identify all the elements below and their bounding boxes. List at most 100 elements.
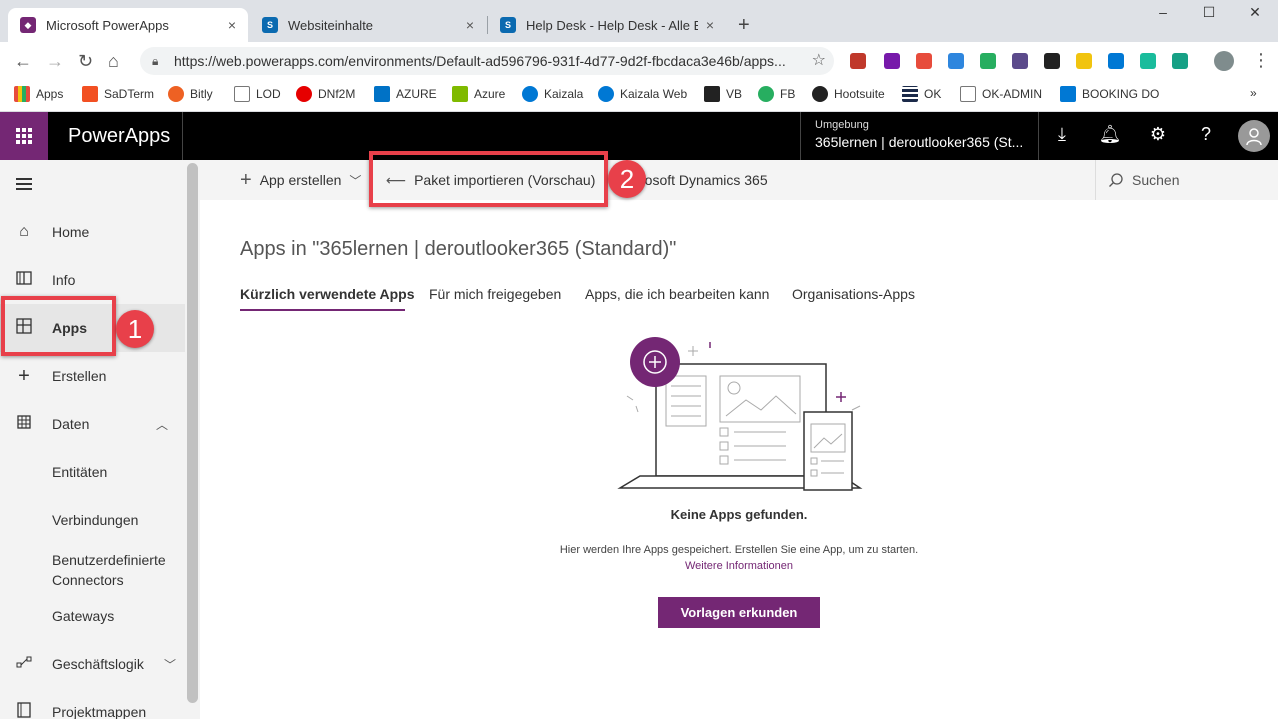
tab-recent-apps[interactable]: Kürzlich verwendete Apps: [240, 286, 415, 302]
solutions-icon: [14, 701, 34, 719]
bookmark-lod[interactable]: LOD: [234, 86, 281, 102]
bookmark-sadterm[interactable]: SaDTerm: [82, 86, 154, 102]
extension-icon[interactable]: [1044, 53, 1060, 69]
sidebar-scrollbar[interactable]: [187, 163, 198, 703]
sidebar-item-home[interactable]: ⌂ Home: [0, 208, 185, 256]
bookmarks-overflow-button[interactable]: »: [1250, 86, 1257, 100]
bookmark-bitly[interactable]: Bitly: [168, 86, 213, 102]
notification-bell-icon[interactable]: 🔔︎: [1086, 124, 1134, 145]
address-bar[interactable]: 🔒︎ https://web.powerapps.com/environment…: [140, 47, 834, 75]
bookmark-vb[interactable]: VB: [704, 86, 742, 102]
browser-tab-websiteinhalte[interactable]: S Websiteinhalte ×: [250, 8, 486, 42]
search-box[interactable]: Suchen: [1095, 160, 1278, 200]
explore-templates-button[interactable]: Vorlagen erkunden: [658, 597, 820, 628]
create-app-button[interactable]: + App erstellen ﹀: [240, 160, 361, 200]
app-brand[interactable]: PowerApps: [68, 125, 170, 148]
bookmark-kaizala-web[interactable]: Kaizala Web: [598, 86, 687, 102]
menu-kebab-icon[interactable]: ⋮: [1252, 50, 1270, 71]
sidebar-item-gateways[interactable]: Gateways: [52, 608, 114, 624]
app-launcher-button[interactable]: [0, 112, 48, 160]
create-app-label: App erstellen: [259, 172, 342, 188]
tab-apps-i-can-edit[interactable]: Apps, die ich bearbeiten kann: [585, 286, 769, 302]
sidebar-item-erstellen[interactable]: + Erstellen: [0, 352, 185, 400]
extension-icon[interactable]: [1140, 53, 1156, 69]
bookmark-apps[interactable]: Apps: [14, 86, 63, 102]
hamburger-menu-icon[interactable]: [16, 178, 32, 193]
bookmark-ok-admin[interactable]: OK-ADMIN: [960, 86, 1042, 102]
browser-toolbar: ← → ↻ ⌂ 🔒︎ https://web.powerapps.com/env…: [0, 42, 1278, 80]
download-icon[interactable]: ⤓: [1038, 124, 1086, 145]
bookmark-ok[interactable]: OK: [902, 86, 941, 102]
annotation-badge-2: 2: [608, 160, 646, 198]
sidebar-item-connectors[interactable]: Benutzerdefinierte Connectors: [52, 550, 172, 590]
close-icon[interactable]: ×: [228, 17, 236, 33]
annotation-badge-1: 1: [116, 310, 154, 348]
forward-arrow-icon[interactable]: →: [46, 51, 64, 72]
tab-shared-with-me[interactable]: Für mich freigegeben: [429, 286, 561, 302]
reload-icon[interactable]: ↻: [78, 51, 93, 72]
browser-tab-bar: ◆ Microsoft PowerApps × S Websiteinhalte…: [0, 0, 1278, 42]
extension-icon[interactable]: [948, 53, 964, 69]
sidebar-item-verbindungen[interactable]: Verbindungen: [52, 512, 138, 528]
header-divider: [182, 112, 183, 160]
close-icon[interactable]: ×: [466, 17, 474, 33]
kaizala-icon: [522, 86, 538, 102]
browser-tab-helpdesk[interactable]: S Help Desk - Help Desk - Alle Elem ×: [488, 8, 726, 42]
extension-icon[interactable]: [1172, 53, 1188, 69]
close-icon[interactable]: ×: [706, 17, 714, 33]
chevron-up-icon[interactable]: ︿: [156, 416, 168, 433]
sidebar-item-label: Geschäftslogik: [52, 656, 144, 672]
environment-picker[interactable]: 365lernen | deroutlooker365 (St...: [815, 134, 1023, 150]
bookmark-booking[interactable]: BOOKING DO: [1060, 86, 1159, 102]
health-extension-icon[interactable]: [916, 53, 932, 69]
onenote-extension-icon[interactable]: [884, 53, 900, 69]
bookmark-azure-upper[interactable]: AZURE: [374, 86, 437, 102]
extension-icon[interactable]: [980, 53, 996, 69]
chevron-down-icon[interactable]: ﹀: [164, 656, 176, 673]
maximize-button[interactable]: ☐: [1186, 4, 1232, 21]
bookmark-azure[interactable]: Azure: [452, 86, 505, 102]
page-icon: [960, 86, 976, 102]
bookmark-kaizala[interactable]: Kaizala: [522, 86, 583, 102]
home-icon[interactable]: ⌂: [108, 51, 119, 72]
azure-icon: [374, 86, 390, 102]
bookmark-fb[interactable]: FB: [758, 86, 795, 102]
bookmark-star-icon[interactable]: ☆: [812, 47, 826, 75]
bookmark-label: Bitly: [190, 87, 213, 101]
eyedropper-extension-icon[interactable]: [1012, 53, 1028, 69]
url-text: https://web.powerapps.com/environments/D…: [174, 53, 786, 69]
active-tab-indicator: [240, 309, 405, 311]
empty-state-illustration: [617, 337, 863, 491]
dynamics-365-button[interactable]: rosoft Dynamics 365: [640, 160, 768, 200]
bookmark-label: Apps: [36, 87, 64, 101]
profile-avatar-icon[interactable]: [1214, 51, 1234, 71]
window-close-button[interactable]: ✕: [1232, 4, 1278, 21]
windows-extension-icon[interactable]: [1108, 53, 1124, 69]
user-icon: [1246, 128, 1262, 146]
hootsuite-icon: [812, 86, 828, 102]
pdf-extension-icon[interactable]: [850, 53, 866, 69]
sidebar-item-daten[interactable]: Daten ︿: [0, 400, 185, 448]
minimize-button[interactable]: –: [1140, 4, 1186, 20]
tab-org-apps[interactable]: Organisations-Apps: [792, 286, 915, 302]
sidebar-item-geschaeftslogik[interactable]: Geschäftslogik ﹀: [0, 640, 185, 688]
bookmark-label: DNf2M: [318, 87, 356, 101]
plus-icon: +: [240, 168, 252, 191]
new-tab-button[interactable]: +: [738, 14, 750, 37]
help-icon[interactable]: ?: [1182, 124, 1230, 145]
bookmark-hootsuite[interactable]: Hootsuite: [812, 86, 885, 102]
sidebar-item-entitaeten[interactable]: Entitäten: [52, 464, 107, 480]
search-placeholder: Suchen: [1132, 172, 1180, 188]
settings-gear-icon[interactable]: ⚙: [1134, 124, 1182, 145]
header-divider: [800, 112, 801, 160]
sidebar-item-projektmappen[interactable]: Projektmappen: [0, 688, 185, 719]
bookmark-label: Kaizala Web: [620, 87, 688, 101]
bookmark-label: FB: [780, 87, 796, 101]
browser-tab-powerapps[interactable]: ◆ Microsoft PowerApps ×: [8, 8, 248, 42]
bookmark-label: BOOKING DO: [1082, 87, 1160, 101]
user-avatar[interactable]: [1238, 120, 1270, 152]
learn-more-link[interactable]: Weitere Informationen: [685, 560, 793, 572]
back-arrow-icon[interactable]: ←: [14, 51, 32, 72]
extension-icon[interactable]: [1076, 53, 1092, 69]
bookmark-dnf2m[interactable]: DNf2M: [296, 86, 355, 102]
